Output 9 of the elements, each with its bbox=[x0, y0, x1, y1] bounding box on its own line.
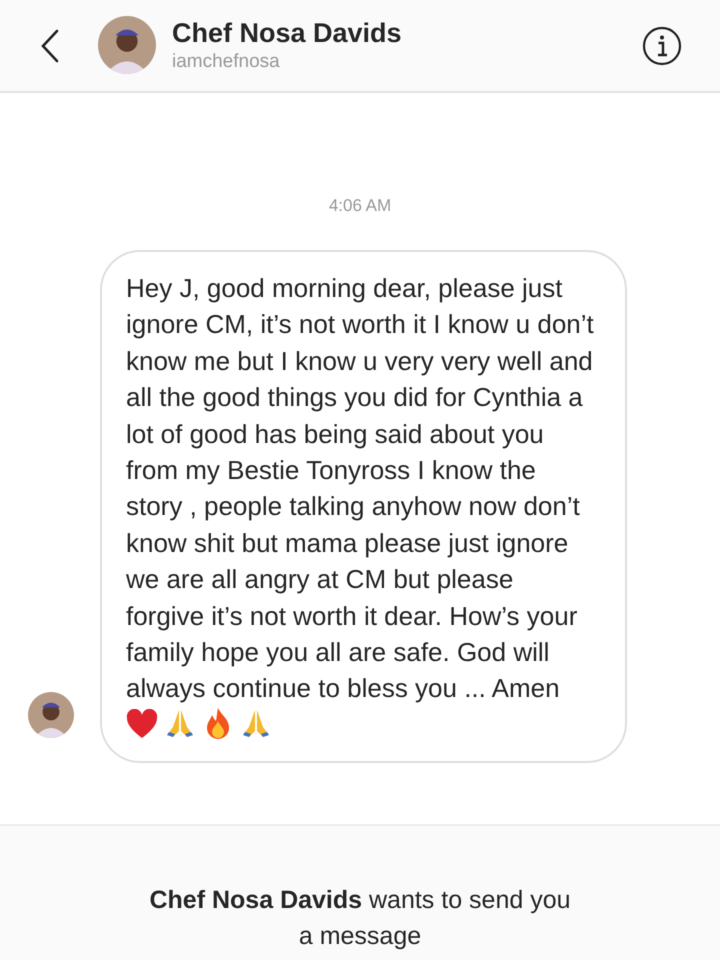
contact-name: Chef Nosa Davids bbox=[172, 16, 403, 48]
info-icon[interactable] bbox=[642, 26, 682, 66]
message-text: Hey J, good morning dear, please just ignore CM, it’s not worth it I know u don’t know me but I know u very very well and all the good things you did for Cynthia a lot of good has being said about you from my Bestie Tonyross I know the story , people talking anyhow now don’t know shit but mama please just ignore we are all angry at CM but please forgive it’s not worth it dear. How’s your family hope you all are safe. God will always continue to bless you ... Amen bbox=[126, 272, 595, 706]
contact-username: iamchefnosa bbox=[172, 50, 281, 74]
avatar-icon bbox=[28, 692, 74, 738]
message-timestamp: 4:06 AM bbox=[328, 196, 392, 216]
heart-icon bbox=[126, 708, 158, 739]
back-icon[interactable] bbox=[40, 28, 60, 62]
request-text: Chef Nosa Davids wants to send you a message bbox=[148, 885, 572, 952]
